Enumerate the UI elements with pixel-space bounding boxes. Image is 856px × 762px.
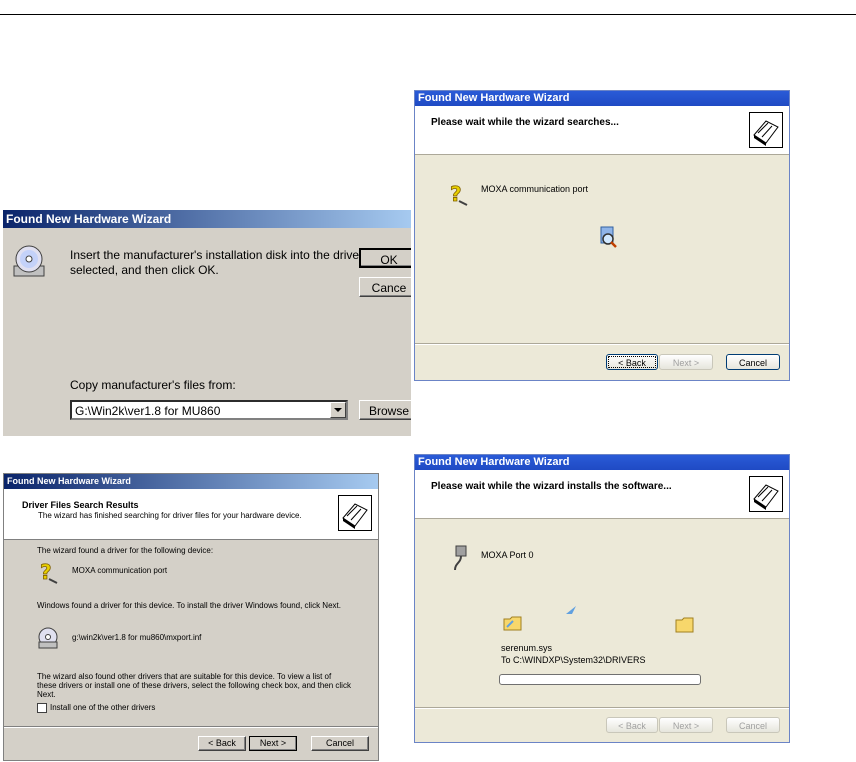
cd-drive-icon [13, 245, 45, 277]
install-wizard-header: Please wait while the wizard installs th… [415, 470, 789, 519]
copy-files-label: Copy manufacturer's files from: [70, 378, 236, 392]
combobox-dropdown-button[interactable] [330, 402, 346, 418]
install-file-name: serenum.sys [501, 643, 553, 653]
cd-driver-icon [38, 627, 58, 649]
ok-button[interactable]: OK [359, 248, 411, 268]
install-wizard-window: Found New Hardware Wizard Please wait wh… [414, 454, 790, 743]
install-wizard-separator [415, 707, 789, 709]
next-button[interactable]: Next > [249, 736, 297, 751]
install-destination: To C:\WINDXP\System32\DRIVERS [501, 655, 646, 665]
results-windows-found-text: Windows found a driver for this device. … [37, 601, 341, 610]
serial-port-icon [454, 545, 467, 571]
browse-button[interactable]: Browse [359, 400, 411, 420]
hardware-wizard-icon [749, 112, 783, 148]
chevron-down-icon [334, 408, 342, 412]
install-wizard-header-title: Please wait while the wizard installs th… [431, 481, 672, 492]
results-header-subtitle: The wizard has finished searching for dr… [38, 511, 302, 520]
results-titlebar: Found New Hardware Wizard [4, 474, 378, 489]
cancel-button: Cancel [726, 717, 780, 733]
cancel-button[interactable]: Cance [359, 277, 411, 297]
search-wizard-header-title: Please wait while the wizard searches... [431, 117, 619, 128]
insert-disk-message-line1: Insert the manufacturer's installation d… [70, 248, 360, 262]
path-combobox-value: G:\Win2k\ver1.8 for MU860 [75, 404, 221, 418]
results-driver-path: g:\win2k\ver1.8 for mu860\mxport.inf [72, 633, 202, 642]
results-device-name: MOXA communication port [72, 566, 168, 575]
back-button[interactable]: < Back [606, 354, 658, 370]
install-wizard-titlebar: Found New Hardware Wizard [415, 455, 789, 470]
install-other-drivers-label[interactable]: Install one of the other drivers [50, 703, 155, 712]
destination-folder-icon [675, 617, 694, 633]
hardware-wizard-icon [749, 476, 783, 512]
unknown-device-icon: ? [40, 561, 58, 584]
search-results-window: Found New Hardware Wizard Driver Files S… [3, 473, 379, 761]
page-top-rule [0, 14, 856, 15]
install-progress-bar [499, 674, 701, 685]
results-other-line3: Next. [37, 690, 56, 699]
path-combobox[interactable]: G:\Win2k\ver1.8 for MU860 [70, 400, 348, 420]
back-button[interactable]: < Back [198, 736, 246, 751]
results-other-line1: The wizard also found other drivers that… [37, 672, 332, 681]
hardware-wizard-icon [338, 495, 372, 531]
unknown-device-icon: ? [450, 183, 468, 206]
results-other-line2: these drivers or install one of these dr… [37, 681, 351, 690]
next-button: Next > [659, 354, 713, 370]
search-magnifier-icon [600, 226, 617, 248]
install-other-drivers-checkbox[interactable] [37, 703, 47, 713]
cancel-button[interactable]: Cancel [311, 736, 369, 751]
search-wizard-header: Please wait while the wizard searches... [415, 106, 789, 155]
source-folder-icon [503, 616, 522, 631]
next-button: Next > [659, 717, 713, 733]
flying-file-icon [566, 606, 576, 614]
results-header-title: Driver Files Search Results [22, 500, 139, 510]
back-button: < Back [606, 717, 658, 733]
insert-disk-message-line2: selected, and then click OK. [70, 263, 219, 277]
results-separator [4, 726, 378, 728]
results-found-text: The wizard found a driver for the follow… [37, 546, 214, 555]
cancel-button[interactable]: Cancel [726, 354, 780, 370]
search-wizard-window: Found New Hardware Wizard Please wait wh… [414, 90, 790, 381]
insert-disk-dialog: Found New Hardware Wizard Insert the man… [3, 210, 411, 436]
insert-disk-titlebar: Found New Hardware Wizard [3, 210, 411, 228]
search-device-name: MOXA communication port [481, 184, 589, 194]
search-wizard-separator [415, 343, 789, 345]
install-device-name: MOXA Port 0 [481, 550, 534, 560]
search-wizard-titlebar: Found New Hardware Wizard [415, 91, 789, 106]
results-header: Driver Files Search Results The wizard h… [4, 489, 378, 540]
